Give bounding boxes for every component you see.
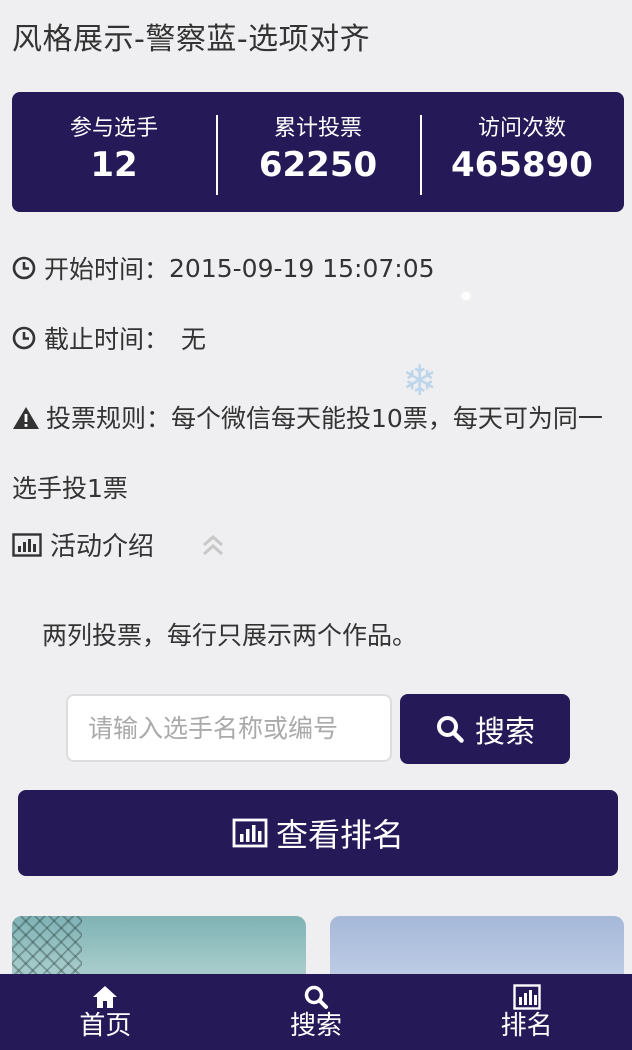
tab-ranking[interactable]: 排名 bbox=[421, 974, 632, 1050]
bottom-tab-bar: 首页 搜索 排名 bbox=[0, 974, 632, 1050]
search-icon bbox=[302, 984, 330, 1010]
rules-label: 投票规则： bbox=[46, 404, 172, 433]
snowflake-icon: ❄ bbox=[402, 356, 438, 405]
stat-value: 465890 bbox=[451, 145, 593, 185]
stat-label: 访问次数 bbox=[477, 116, 566, 141]
search-button-label: 搜索 bbox=[475, 715, 535, 750]
start-time-value: 2015-09-19 15:07:05 bbox=[169, 253, 435, 283]
end-time-label: 截止时间： bbox=[44, 325, 170, 354]
stat-visits: 访问次数 465890 bbox=[420, 115, 624, 195]
stat-total-votes: 累计投票 62250 bbox=[216, 115, 420, 195]
clock-icon bbox=[12, 256, 36, 280]
view-ranking-label: 查看排名 bbox=[275, 816, 404, 854]
tab-label: 搜索 bbox=[290, 1011, 343, 1041]
snow-particle bbox=[462, 292, 470, 300]
stat-participants: 参与选手 12 bbox=[12, 116, 216, 187]
search-button[interactable]: 搜索 bbox=[400, 694, 570, 764]
search-icon bbox=[435, 714, 465, 744]
view-ranking-button[interactable]: 查看排名 bbox=[18, 790, 618, 876]
search-input[interactable] bbox=[66, 694, 392, 762]
stat-label: 累计投票 bbox=[273, 116, 362, 141]
rules-row: 投票规则：每个微信每天能投10票，每天可为同一选手投1票 bbox=[12, 384, 620, 524]
tab-home[interactable]: 首页 bbox=[0, 974, 211, 1050]
warning-icon bbox=[12, 387, 40, 429]
end-time-row: 截止时间： 无 bbox=[12, 320, 206, 356]
bar-chart-icon bbox=[232, 818, 268, 848]
tab-label: 首页 bbox=[79, 1011, 132, 1041]
stats-panel: 参与选手 12 累计投票 62250 访问次数 465890 bbox=[12, 92, 624, 212]
vote-page: 风格展示-警察蓝-选项对齐 参与选手 12 累计投票 62250 访问次数 46… bbox=[0, 0, 632, 1050]
double-chevron-up-icon[interactable] bbox=[200, 532, 226, 560]
end-time-value: 无 bbox=[181, 325, 207, 354]
tab-search[interactable]: 搜索 bbox=[211, 974, 422, 1050]
start-time-label: 开始时间： bbox=[44, 255, 170, 284]
tab-label: 排名 bbox=[500, 1011, 553, 1041]
intro-text: 两列投票，每行只展示两个作品。 bbox=[42, 621, 418, 650]
bar-chart-icon bbox=[12, 532, 42, 557]
intro-toggle[interactable]: 活动介绍 bbox=[12, 526, 154, 563]
clock-icon bbox=[12, 326, 36, 350]
stat-value: 12 bbox=[90, 145, 138, 185]
intro-toggle-label: 活动介绍 bbox=[50, 532, 155, 562]
bar-chart-icon bbox=[512, 984, 541, 1010]
home-icon bbox=[91, 984, 119, 1010]
stat-value: 62250 bbox=[258, 145, 378, 185]
stat-label: 参与选手 bbox=[69, 116, 158, 141]
page-title: 风格展示-警察蓝-选项对齐 bbox=[12, 22, 371, 57]
start-time-row: 开始时间： 2015-09-19 15:07:05 bbox=[12, 250, 435, 286]
